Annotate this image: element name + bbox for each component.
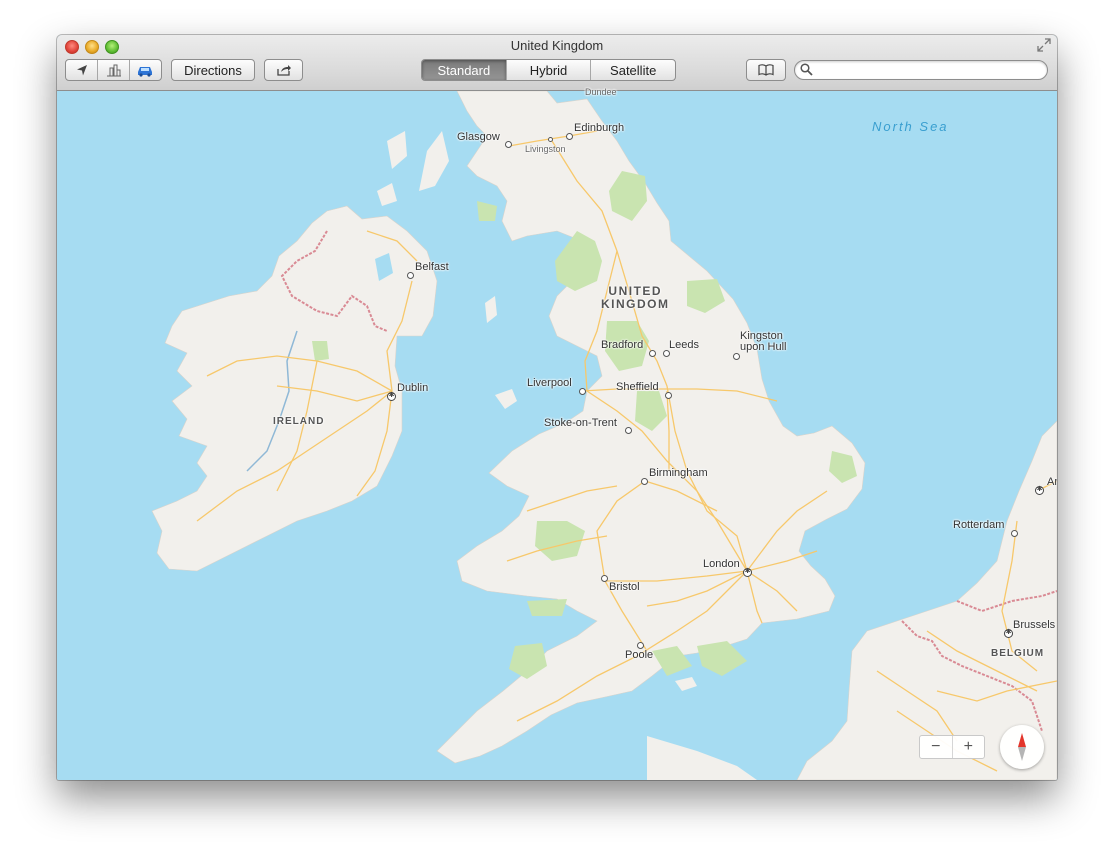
3d-view-button[interactable] [98, 60, 130, 80]
share-icon [276, 65, 291, 76]
city-amsterdam: Am [1047, 476, 1057, 488]
capital-star-icon: ✱ [1035, 486, 1044, 495]
city-kingston-upon-hull: Kingston upon Hull [740, 331, 786, 353]
city-dot [566, 133, 573, 140]
country-label-belgium: BELGIUM [991, 648, 1045, 659]
search-field[interactable] [794, 60, 1048, 80]
city-dot [505, 141, 512, 148]
zoom-out-button[interactable]: − [920, 736, 953, 758]
capital-star-icon: ✱ [1004, 629, 1013, 638]
sea-label: North Sea [872, 119, 949, 134]
zoom-in-button[interactable]: + [953, 736, 985, 758]
city-dot [1011, 530, 1018, 537]
bookmarks-button[interactable] [746, 59, 786, 81]
city-dot [637, 642, 644, 649]
city-bristol: Bristol [609, 581, 640, 593]
map-mode-selector: Standard Hybrid Satellite [421, 59, 676, 81]
city-dot [663, 350, 670, 357]
bookmarks-icon [758, 64, 774, 76]
zoom-control: − + [919, 735, 985, 759]
city-brussels: Brussels [1013, 619, 1056, 631]
window-title: United Kingdom [510, 38, 604, 53]
city-liverpool: Liverpool [527, 377, 572, 389]
search-input[interactable] [815, 62, 1045, 80]
current-location-button[interactable] [66, 60, 98, 80]
city-dot [548, 137, 553, 142]
city-dot [733, 353, 740, 360]
city-dot [579, 388, 586, 395]
city-dundee: Dundee [585, 87, 617, 97]
city-dot [641, 478, 648, 485]
city-livingston: Livingston [525, 144, 566, 154]
traffic-button[interactable] [130, 60, 161, 80]
fullscreen-icon[interactable] [1037, 38, 1051, 52]
city-dot [665, 392, 672, 399]
city-sheffield: Sheffield [616, 381, 659, 393]
location-arrow-icon [76, 65, 87, 76]
city-london: London [703, 558, 740, 570]
share-button[interactable] [264, 59, 303, 81]
tab-standard[interactable]: Standard [422, 60, 507, 80]
city-edinburgh: Edinburgh [574, 122, 625, 134]
tab-satellite[interactable]: Satellite [591, 60, 675, 80]
compass-icon [1018, 733, 1026, 761]
titlebar: United Kingdom Directions Standard Hybri… [57, 35, 1057, 91]
search-icon [800, 63, 813, 76]
city-rotterdam: Rotterdam [953, 519, 1005, 531]
map-drawing [57, 91, 1057, 780]
compass-button[interactable] [1000, 725, 1044, 769]
3d-buildings-icon [106, 64, 121, 77]
capital-star-icon: ✱ [743, 568, 752, 577]
city-leeds: Leeds [669, 339, 699, 351]
country-name-uk-line2: KINGDOM [601, 297, 670, 311]
city-dot [625, 427, 632, 434]
directions-button[interactable]: Directions [171, 59, 255, 81]
map-canvas[interactable]: Dundee Glasgow Edinburgh Livingston Nort… [57, 87, 1057, 780]
car-traffic-icon [137, 67, 152, 77]
city-bradford: Bradford [601, 339, 644, 351]
country-label-ireland: IRELAND [273, 416, 325, 427]
capital-star-icon: ✱ [387, 392, 396, 401]
maps-window: United Kingdom Directions Standard Hybri… [57, 35, 1057, 780]
city-glasgow: Glasgow [457, 131, 500, 143]
city-dot [649, 350, 656, 357]
city-dot [407, 272, 414, 279]
city-name-line2: upon Hull [740, 341, 787, 353]
city-birmingham: Birmingham [649, 467, 708, 479]
tab-hybrid[interactable]: Hybrid [507, 60, 592, 80]
view-controls-group [65, 59, 162, 81]
city-dot [601, 575, 608, 582]
city-dublin: Dublin [397, 382, 429, 394]
country-label-uk: UNITED KINGDOM [601, 285, 670, 311]
city-stoke-on-trent: Stoke-on-Trent [544, 417, 617, 429]
city-belfast: Belfast [415, 261, 449, 273]
city-poole: Poole [625, 649, 654, 661]
